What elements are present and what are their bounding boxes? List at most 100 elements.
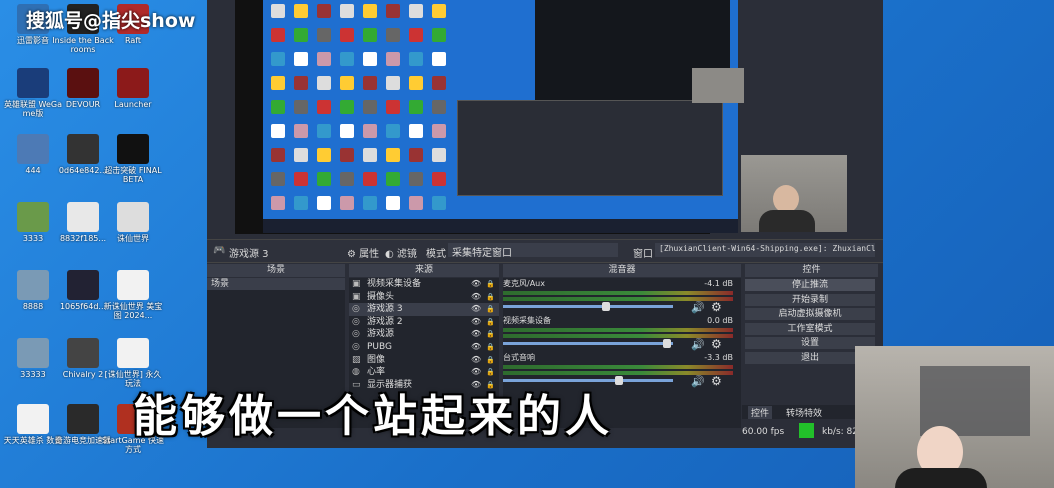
source-label: 游戏源 3 bbox=[367, 304, 403, 315]
app-icon bbox=[17, 68, 49, 98]
window-select[interactable]: [ZhuxianClient-Win64-Shipping.exe]: Zhux… bbox=[655, 243, 875, 257]
channel-db: -4.1 dB bbox=[704, 279, 733, 288]
control-button[interactable]: 工作室模式 bbox=[745, 322, 875, 335]
lock-icon[interactable]: 🔒 bbox=[486, 366, 495, 378]
preview-icon bbox=[432, 4, 446, 18]
visibility-eye-icon[interactable]: 👁 bbox=[471, 366, 481, 378]
preview-icon bbox=[317, 148, 331, 162]
preview-icon bbox=[386, 4, 400, 18]
preview-icon bbox=[340, 172, 354, 186]
preview-icon bbox=[294, 76, 308, 90]
app-icon bbox=[17, 404, 49, 434]
bitrate-readout: kb/s: 82 bbox=[822, 427, 858, 437]
visibility-eye-icon[interactable]: 👁 bbox=[471, 303, 481, 315]
app-icon bbox=[17, 270, 49, 300]
filters-button[interactable]: ◐ 滤镜 bbox=[385, 245, 417, 260]
preview-icon bbox=[409, 100, 423, 114]
preview-icon bbox=[386, 172, 400, 186]
app-icon bbox=[117, 338, 149, 368]
control-button[interactable]: 启动虚拟摄像机 bbox=[745, 308, 875, 320]
control-button[interactable]: 停止推流 bbox=[745, 279, 875, 291]
control-button[interactable]: 开始录制 bbox=[745, 293, 875, 306]
visibility-eye-icon[interactable]: 👁 bbox=[471, 354, 481, 366]
desktop-icon[interactable]: 超击突破 FINAL BETA bbox=[102, 132, 164, 192]
desktop-icon-label: 诛仙世界 bbox=[117, 234, 149, 243]
source-item[interactable]: ◎ PUBG 👁 🔒 bbox=[349, 341, 499, 354]
lock-icon[interactable]: 🔒 bbox=[486, 354, 495, 366]
gamepad-icon: ◎ bbox=[352, 304, 360, 315]
desktop-icon[interactable]: 诛仙世界 bbox=[102, 200, 164, 260]
slider-knob[interactable] bbox=[663, 339, 671, 348]
preview-icon bbox=[409, 28, 423, 42]
visibility-eye-icon[interactable]: 👁 bbox=[471, 328, 481, 340]
preview-icon bbox=[317, 172, 331, 186]
source-item[interactable]: ◎ 游戏源 2 👁 🔒 bbox=[349, 316, 499, 329]
preview-icon bbox=[363, 196, 377, 210]
properties-button[interactable]: ⚙ 属性 bbox=[347, 245, 379, 260]
preview-icon bbox=[386, 196, 400, 210]
source-item[interactable]: ▨ 图像 👁 🔒 bbox=[349, 354, 499, 367]
app-icon bbox=[117, 202, 149, 232]
preview-icon bbox=[386, 124, 400, 138]
source-item[interactable]: ◎ 游戏源 👁 🔒 bbox=[349, 328, 499, 341]
preview-icon bbox=[409, 172, 423, 186]
lock-icon[interactable]: 🔒 bbox=[486, 316, 495, 328]
speaker-icon[interactable]: 🔊 bbox=[691, 301, 705, 314]
desktop-icon[interactable]: 新诛仙世界 美宝图 2024... bbox=[102, 268, 164, 328]
preview-icon bbox=[340, 100, 354, 114]
mixer-channel: 视频采集设备 0.0 dB 🔊 ⚙ bbox=[503, 316, 733, 351]
speaker-icon[interactable]: 🔊 bbox=[691, 375, 705, 388]
preview-icon bbox=[432, 76, 446, 90]
preview-icon bbox=[271, 28, 285, 42]
source-item[interactable]: ◍ 心率 👁 🔒 bbox=[349, 366, 499, 379]
channel-db: -3.3 dB bbox=[704, 353, 733, 362]
lock-icon[interactable]: 🔒 bbox=[486, 291, 495, 303]
gear-icon[interactable]: ⚙ bbox=[711, 374, 722, 388]
preview-icon bbox=[271, 172, 285, 186]
lock-icon[interactable]: 🔒 bbox=[486, 278, 495, 290]
lock-icon[interactable]: 🔒 bbox=[486, 328, 495, 340]
preview-icon bbox=[409, 76, 423, 90]
preview-icon bbox=[271, 124, 285, 138]
preview-icon bbox=[363, 76, 377, 90]
mode-select[interactable]: 采集特定窗口 bbox=[448, 243, 618, 259]
streamer-body bbox=[895, 468, 987, 488]
lock-icon[interactable]: 🔒 bbox=[486, 303, 495, 315]
desktop-icon-label: Launcher bbox=[114, 100, 152, 109]
source-toolbar: 🎮 游戏源 3 ⚙ 属性 ◐ 滤镜 模式 采集特定窗口 窗口 [ZhuxianC… bbox=[207, 239, 883, 263]
volume-slider[interactable] bbox=[503, 302, 673, 311]
lock-icon[interactable]: 🔒 bbox=[486, 341, 495, 353]
preview-icon bbox=[340, 124, 354, 138]
visibility-eye-icon[interactable]: 👁 bbox=[471, 341, 481, 353]
preview-icon bbox=[432, 196, 446, 210]
slider-knob[interactable] bbox=[602, 302, 611, 311]
desktop-icon[interactable]: Launcher bbox=[102, 66, 164, 126]
speaker-icon[interactable]: 🔊 bbox=[691, 338, 705, 351]
preview-icon bbox=[294, 124, 308, 138]
visibility-eye-icon[interactable]: 👁 bbox=[471, 316, 481, 328]
scene-item[interactable]: 场景 bbox=[207, 278, 345, 290]
desktop-icon-label: 超击突破 FINAL BETA bbox=[104, 166, 162, 184]
preview-icon bbox=[409, 148, 423, 162]
volume-slider[interactable] bbox=[503, 339, 673, 348]
tab-transitions[interactable]: 转场特效 bbox=[786, 406, 822, 419]
live-indicator bbox=[799, 423, 814, 438]
scenes-dock-header: 场景 bbox=[207, 264, 345, 277]
source-item[interactable]: ▣ 视频采集设备 👁 🔒 bbox=[349, 278, 499, 291]
visibility-eye-icon[interactable]: 👁 bbox=[471, 291, 481, 303]
gear-icon[interactable]: ⚙ bbox=[711, 300, 722, 314]
app-icon bbox=[67, 404, 99, 434]
gear-icon[interactable]: ⚙ bbox=[711, 337, 722, 351]
source-label: 游戏源 2 bbox=[367, 316, 403, 327]
source-label: 游戏源 bbox=[367, 329, 395, 340]
preview-icon bbox=[294, 148, 308, 162]
preview-icon bbox=[386, 76, 400, 90]
preview-icon bbox=[317, 76, 331, 90]
mixer-dock-header: 混音器 bbox=[503, 264, 741, 277]
source-item[interactable]: ▣ 摄像头 👁 🔒 bbox=[349, 291, 499, 304]
slider-knob[interactable] bbox=[615, 376, 623, 385]
visibility-eye-icon[interactable]: 👁 bbox=[471, 278, 481, 290]
source-item[interactable]: ◎ 游戏源 3 👁 🔒 bbox=[349, 303, 499, 316]
tab-controls[interactable]: 控件 bbox=[748, 406, 773, 419]
app-icon bbox=[67, 68, 99, 98]
